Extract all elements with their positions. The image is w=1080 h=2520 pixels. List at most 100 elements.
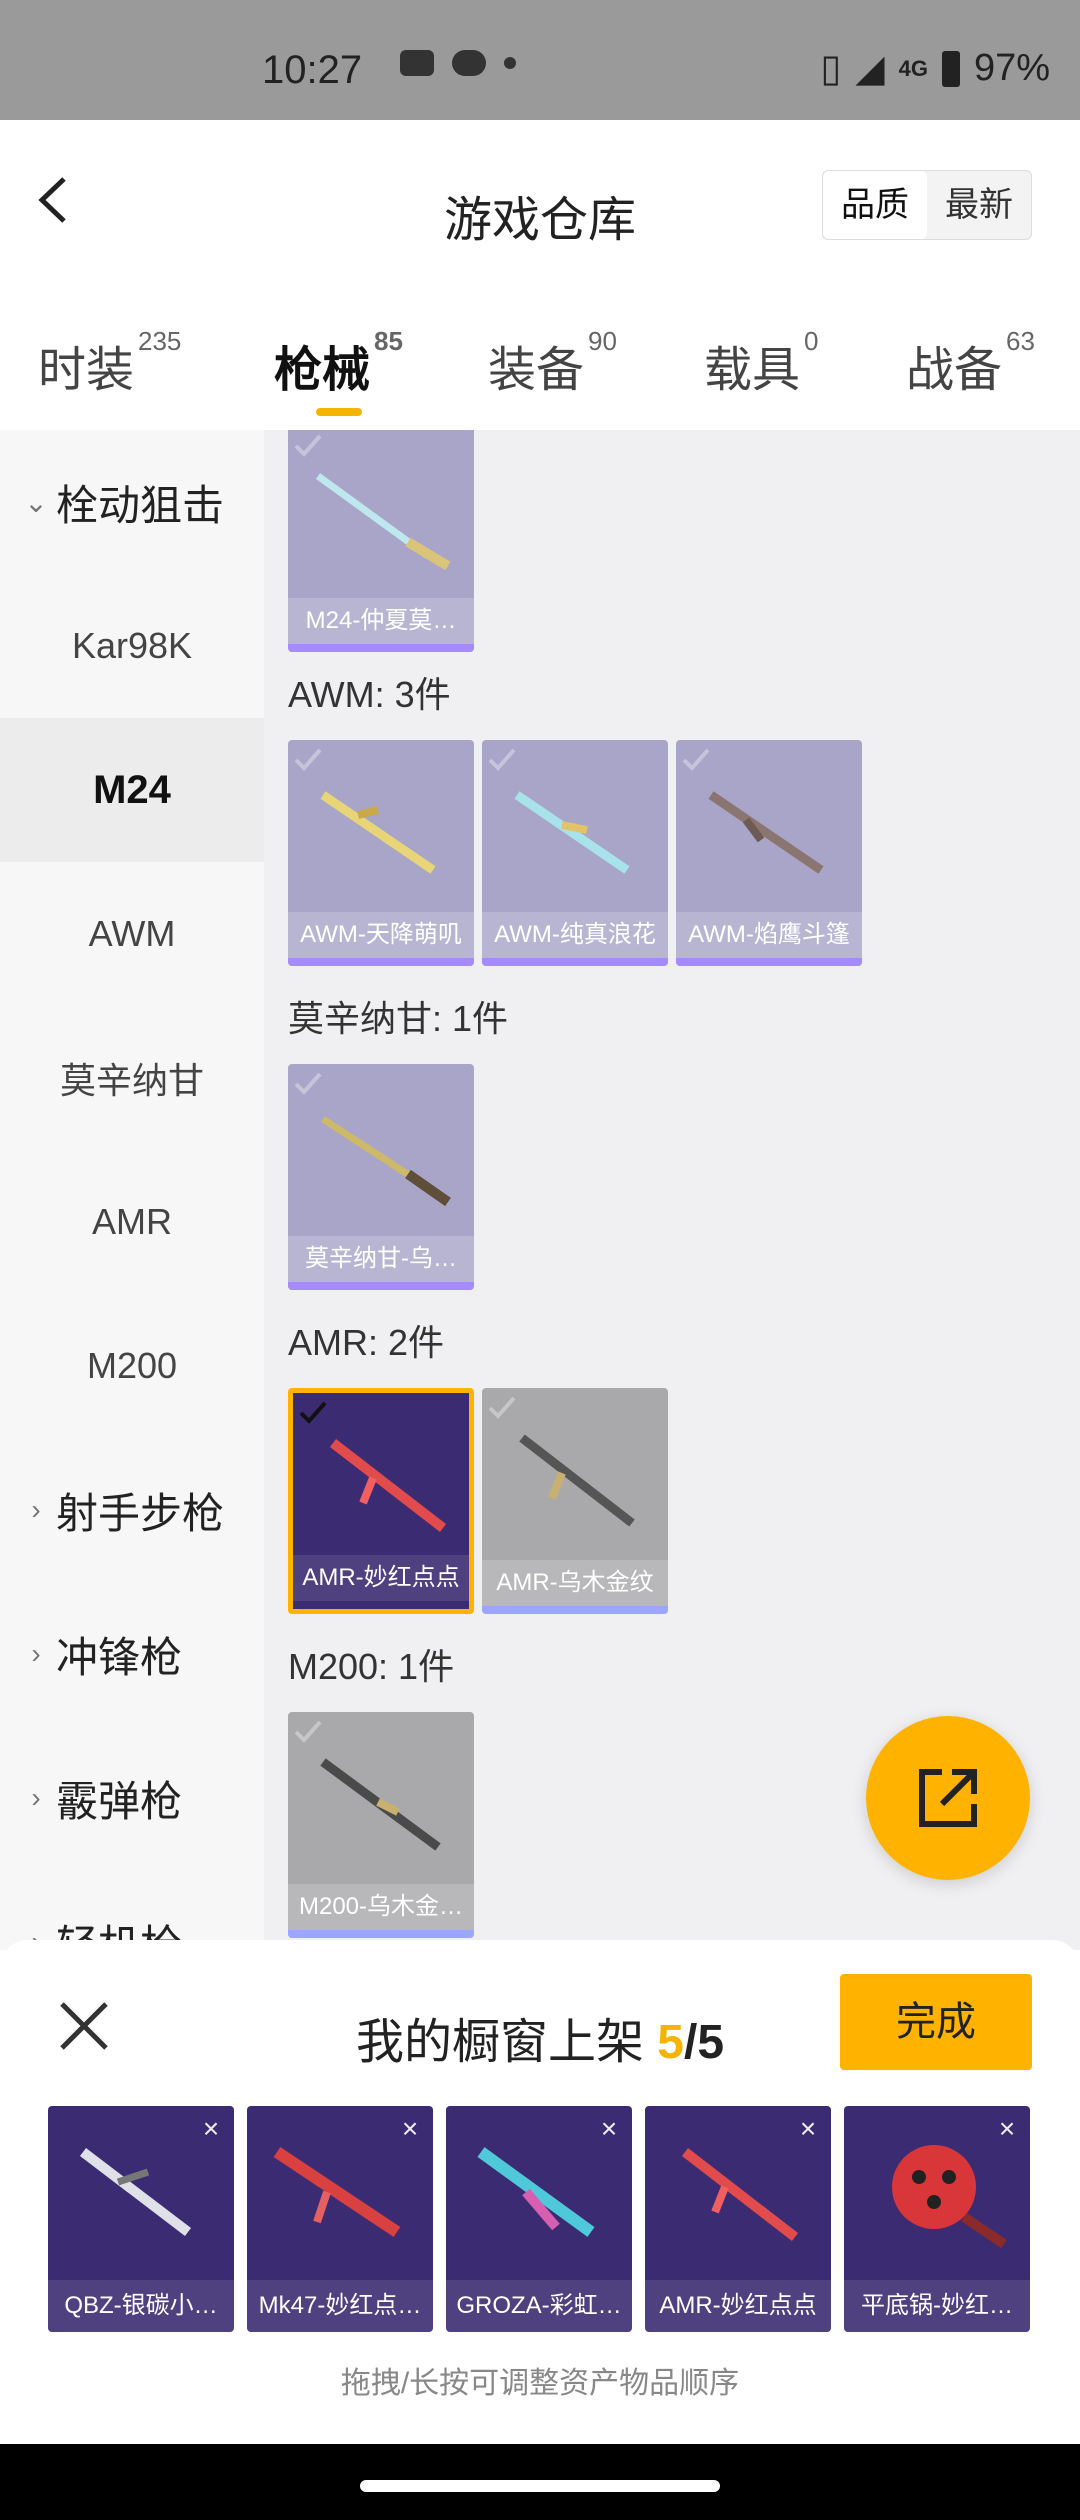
rifle-skin-icon: [519, 1434, 635, 1527]
tab-label: 枪械: [274, 344, 371, 397]
item-label: M24-仲夏莫…: [288, 598, 474, 644]
tab-vehicles[interactable]: 载具0: [704, 326, 818, 400]
tab-count: 90: [588, 326, 617, 356]
home-gesture-bar[interactable]: [360, 2480, 720, 2492]
sidebar-category-label: 射手步枪: [56, 1489, 225, 1537]
group-label-amr: AMR: 2件: [288, 1322, 445, 1363]
sidebar-category-lmg[interactable]: › 轻机枪: [0, 1870, 264, 1951]
system-nav-bar: [0, 2444, 1080, 2520]
rifle-skin-icon: [320, 1758, 441, 1851]
rarity-bar: [288, 644, 474, 652]
tab-label: 装备: [488, 344, 585, 397]
item-label: GROZA-彩虹…: [446, 2280, 632, 2332]
tab-fashion[interactable]: 时装235: [38, 326, 181, 400]
reorder-hint: 拖拽/长按可调整资产物品顺序: [340, 2367, 740, 2400]
rifle-skin-icon: [321, 1116, 451, 1207]
item-card-selected[interactable]: AMR-妙红点点: [288, 1388, 474, 1614]
message-icon: [400, 50, 434, 76]
remove-icon[interactable]: ×: [395, 2114, 425, 2144]
sidebar-category-dmr[interactable]: › 射手步枪: [0, 1438, 264, 1582]
sidebar-item-kar98k[interactable]: Kar98K: [0, 574, 264, 718]
shelf-item[interactable]: × GROZA-彩虹…: [446, 2106, 632, 2332]
tab-label: 载具: [704, 344, 801, 397]
shelf-item[interactable]: × Mk47-妙红点…: [247, 2106, 433, 2332]
shelf-item[interactable]: × AMR-妙红点点: [645, 2106, 831, 2332]
showcase-count: 5: [657, 2016, 684, 2069]
shelf-item[interactable]: × QBZ-银碳小…: [48, 2106, 234, 2332]
rifle-skin-icon: [514, 791, 630, 874]
system-icons: ▯ ◢ 4G 97%: [820, 46, 1050, 91]
item-card[interactable]: M200-乌木金…: [288, 1712, 474, 1938]
tab-equipment[interactable]: 装备90: [488, 326, 617, 400]
item-label: M200-乌木金…: [288, 1884, 474, 1930]
battery-percent: 97%: [973, 47, 1050, 89]
rifle-skin-icon: [477, 2147, 595, 2237]
external-link-icon: [919, 1769, 977, 1827]
pan-skin-icon: [892, 2145, 1007, 2249]
rarity-bar: [676, 958, 862, 966]
chevron-down-icon: ⌄: [24, 486, 48, 518]
remove-icon[interactable]: ×: [196, 2114, 226, 2144]
showcase-title-text: 我的橱窗上架: [355, 2016, 644, 2069]
item-label: 平底锅-妙红…: [844, 2280, 1030, 2332]
sidebar-category-smg[interactable]: › 冲锋枪: [0, 1582, 264, 1726]
sort-quality-button[interactable]: 品质: [823, 171, 927, 239]
item-label: AMR-乌木金纹: [482, 1560, 668, 1606]
item-card[interactable]: M24-仲夏莫…: [288, 430, 474, 652]
tab-label: 时装: [38, 344, 135, 397]
shelf-item[interactable]: × 平底锅-妙红…: [844, 2106, 1030, 2332]
group-label-mosin: 莫辛纳甘: 1件: [288, 998, 509, 1039]
share-fab-button[interactable]: [866, 1716, 1030, 1880]
sidebar-category-shotgun[interactable]: › 霰弹枪: [0, 1726, 264, 1870]
item-card[interactable]: AWM-焰鹰斗篷: [676, 740, 862, 966]
sidebar-category-bolt[interactable]: ⌄ 栓动狙击: [0, 430, 264, 574]
done-button[interactable]: 完成: [840, 1974, 1032, 2070]
item-label: 莫辛纳甘-乌…: [288, 1236, 474, 1282]
showcase-shelf: × QBZ-银碳小… × Mk47-妙红点… × GROZA-彩虹… × AMR…: [48, 2106, 1030, 2332]
item-label: AMR-妙红点点: [293, 1555, 469, 1601]
remove-icon[interactable]: ×: [594, 2114, 624, 2144]
remove-icon[interactable]: ×: [793, 2114, 823, 2144]
sort-newest-button[interactable]: 最新: [927, 171, 1031, 239]
network-label: 4G: [898, 55, 928, 81]
item-card[interactable]: 莫辛纳甘-乌…: [288, 1064, 474, 1290]
sidebar-item-m24[interactable]: M24: [0, 718, 264, 862]
app-header: 游戏仓库 品质 最新: [0, 120, 1080, 270]
tab-supplies[interactable]: 战备63: [906, 326, 1035, 400]
item-label: AWM-纯真浪花: [482, 912, 668, 958]
chevron-right-icon: ›: [31, 1494, 41, 1525]
sidebar-item-m200[interactable]: M200: [0, 1294, 264, 1438]
tab-count: 85: [374, 326, 403, 356]
sidebar-item-amr[interactable]: AMR: [0, 1150, 264, 1294]
status-bar: 10:27 ▯ ◢ 4G 97%: [0, 0, 1080, 120]
group-label-m200: M200: 1件: [288, 1646, 455, 1687]
tab-count: 0: [804, 326, 819, 356]
more-dot-icon: [504, 57, 516, 69]
rarity-bar: [482, 958, 668, 966]
tab-label: 战备: [906, 344, 1003, 397]
signal-icon: ◢: [855, 48, 885, 90]
tab-count: 63: [1006, 326, 1035, 356]
item-card[interactable]: AWM-纯真浪花: [482, 740, 668, 966]
rarity-bar: [288, 1930, 474, 1938]
rifle-skin-icon: [79, 2148, 192, 2236]
item-label: QBZ-银碳小…: [48, 2280, 234, 2332]
chevron-right-icon: ›: [31, 1782, 41, 1813]
rarity-bar: [288, 1282, 474, 1290]
showcase-sep: /: [684, 2016, 698, 2069]
sidebar-item-awm[interactable]: AWM: [0, 862, 264, 1006]
sidebar-item-mosin[interactable]: 莫辛纳甘: [0, 1006, 264, 1150]
wechat-icon: [452, 50, 486, 76]
notification-icons: [400, 50, 516, 76]
item-label: Mk47-妙红点…: [247, 2280, 433, 2332]
tab-firearms[interactable]: 枪械85: [274, 326, 403, 416]
item-label: AWM-焰鹰斗篷: [676, 912, 862, 958]
item-card[interactable]: AMR-乌木金纹: [482, 1388, 668, 1614]
item-card[interactable]: AWM-天降萌叽: [288, 740, 474, 966]
rifle-skin-icon: [315, 473, 451, 571]
weapon-sidebar: ⌄ 栓动狙击 Kar98K M24 AWM 莫辛纳甘 AMR M200 › 射手…: [0, 430, 264, 1950]
sort-toggle[interactable]: 品质 最新: [822, 170, 1032, 240]
category-tabs: 时装235 枪械85 装备90 载具0 战备63: [0, 280, 1080, 430]
chevron-right-icon: ›: [31, 1638, 41, 1669]
remove-icon[interactable]: ×: [992, 2114, 1022, 2144]
